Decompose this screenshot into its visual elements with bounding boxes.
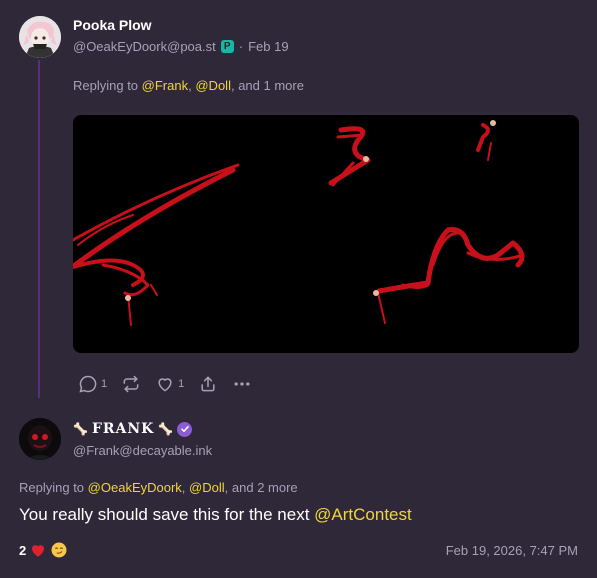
post-date[interactable]: Feb 19 (248, 39, 288, 54)
replying-more[interactable]: and 1 more (238, 78, 304, 93)
boost-icon (123, 375, 139, 393)
reply-count: 1 (101, 378, 108, 390)
reaction-count: 2 (19, 542, 27, 558)
author-meta: @OeakEyDoork@poa.st P · Feb 19 (73, 39, 289, 54)
media-attachment[interactable] (73, 115, 579, 353)
author-handle[interactable]: @OeakEyDoork@poa.st (73, 39, 216, 54)
avatar-frank[interactable] (19, 418, 61, 460)
post-body: You really should save this for the next… (19, 505, 412, 525)
author-name[interactable]: FRANK (92, 421, 154, 437)
replying-more[interactable]: and 2 more (232, 480, 298, 495)
smirk-icon (51, 542, 67, 558)
like-button[interactable]: 1 (155, 374, 184, 394)
mention-link[interactable]: @Doll (189, 480, 225, 495)
reactions[interactable]: 2 (19, 541, 68, 559)
bone-emoji-icon: 🦴 (73, 422, 88, 436)
verified-icon (177, 421, 193, 437)
post-original: Pooka Plow @OeakEyDoork@poa.st P · Feb 1… (0, 0, 597, 400)
heart-icon (32, 545, 45, 557)
avatar-pooka-plow[interactable] (19, 16, 61, 58)
replying-prefix: Replying to (73, 78, 139, 93)
reply-icon (79, 375, 97, 393)
mention-link[interactable]: @ArtContest (314, 505, 412, 524)
bone-emoji-icon: 🦴 (158, 422, 174, 436)
replying-to: Replying to @OeakEyDoork, @Doll, and 2 m… (19, 480, 298, 495)
post-timestamp[interactable]: Feb 19, 2026, 7:47 PM (446, 543, 578, 558)
replying-prefix: Replying to (19, 480, 85, 495)
share-button[interactable] (198, 374, 218, 394)
thread-line (38, 60, 40, 398)
more-icon (234, 382, 250, 386)
drawing-image (73, 120, 525, 326)
author-meta: @Frank@decayable.ink (73, 443, 212, 458)
separator: · (238, 39, 244, 54)
share-icon (201, 376, 215, 392)
author-handle[interactable]: @Frank@decayable.ink (73, 443, 212, 458)
boost-button[interactable] (121, 374, 141, 394)
more-button[interactable] (232, 374, 252, 394)
like-icon (158, 378, 172, 392)
reply-button[interactable]: 1 (78, 374, 107, 394)
mention-link[interactable]: @OeakEyDoork (88, 480, 182, 495)
post-body-text: You really should save this for the next (19, 505, 310, 524)
mention-link[interactable]: @Doll (195, 78, 231, 93)
instance-icon: P (220, 40, 234, 53)
like-count: 1 (178, 378, 185, 390)
author-name[interactable]: Pooka Plow (73, 17, 152, 33)
mention-link[interactable]: @Frank (142, 78, 188, 93)
author-name-row: 🦴 FRANK 🦴 (73, 421, 193, 437)
post-actions: 1 1 (78, 373, 266, 395)
replying-to: Replying to @Frank, @Doll, and 1 more (73, 78, 304, 93)
